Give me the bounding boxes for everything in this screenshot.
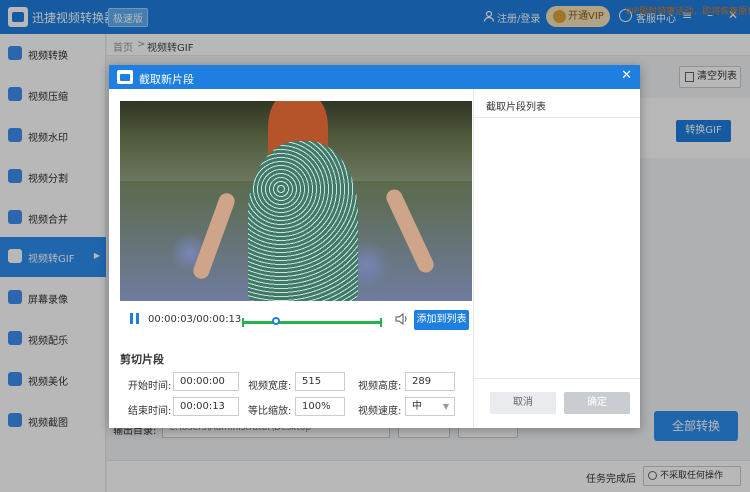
- trim-end-handle[interactable]: [380, 318, 382, 327]
- scale-label: 等比缩放:: [248, 406, 292, 417]
- close-icon[interactable]: ✕: [621, 69, 632, 83]
- speed-value: 中: [412, 401, 422, 412]
- add-to-list-button[interactable]: 添加到列表: [414, 310, 469, 330]
- ok-button[interactable]: 确定: [564, 392, 630, 414]
- clip-list-divider: [474, 117, 640, 118]
- speed-label: 视频速度:: [358, 406, 402, 417]
- section-title: 剪切片段: [120, 353, 164, 366]
- end-time-label: 结束时间:: [128, 406, 172, 417]
- height-label: 视频高度:: [358, 381, 402, 392]
- video-preview[interactable]: [120, 101, 472, 301]
- width-label: 视频宽度:: [248, 381, 292, 392]
- speed-select[interactable]: 中 ▼: [405, 397, 455, 416]
- dialog-title: 截取新片段: [139, 73, 194, 86]
- width-input[interactable]: 515: [295, 372, 345, 391]
- scale-input[interactable]: 100%: [295, 397, 345, 416]
- figure-dress: [248, 141, 358, 301]
- clip-dialog: 截取新片段 ✕ 00:00:03/00:00:13 添加到列表 截取片段列表 剪…: [109, 65, 640, 428]
- player-controls: 00:00:03/00:00:13 添加到列表: [120, 301, 472, 337]
- timecode: 00:00:03/00:00:13: [148, 314, 242, 325]
- height-input[interactable]: 289: [405, 372, 455, 391]
- video-camera-icon: [117, 70, 133, 84]
- end-time-input[interactable]: 00:00:13: [173, 397, 239, 416]
- clip-list-bottom-divider: [474, 378, 640, 379]
- playhead-knob[interactable]: [272, 317, 280, 325]
- trim-slider[interactable]: [242, 317, 382, 327]
- volume-icon[interactable]: [395, 313, 409, 325]
- dialog-header: 截取新片段 ✕: [109, 65, 640, 89]
- start-time-label: 开始时间:: [128, 381, 172, 392]
- trim-start-handle[interactable]: [242, 318, 244, 327]
- chevron-down-icon: ▼: [442, 402, 449, 411]
- pause-icon[interactable]: [130, 313, 140, 324]
- start-time-input[interactable]: 00:00:00: [173, 372, 239, 391]
- clip-list-title: 截取片段列表: [486, 102, 546, 113]
- cancel-button[interactable]: 取消: [490, 392, 556, 414]
